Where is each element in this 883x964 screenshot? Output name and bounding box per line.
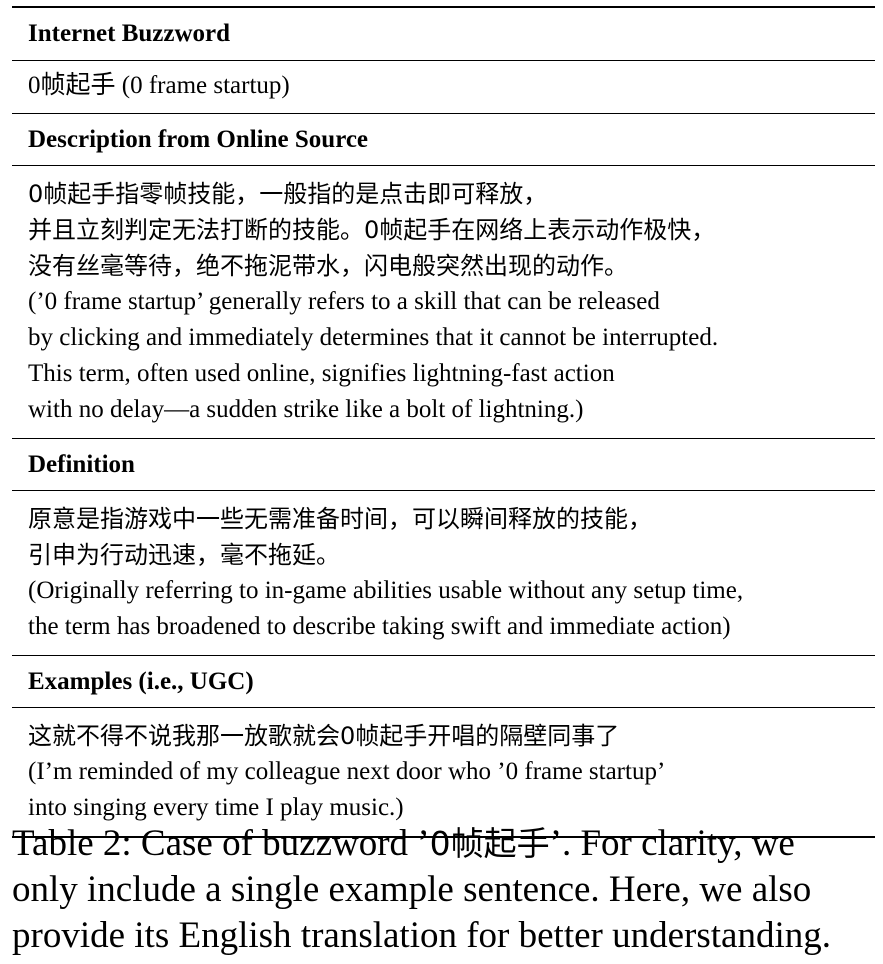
table-header-definition: Definition xyxy=(12,438,875,490)
description-zh-line: 没有丝毫等待，绝不拖泥带水，闪电般突然出现的动作。 xyxy=(28,252,628,280)
description-zh-line: 并且立刻判定无法打断的技能。0帧起手在网络上表示动作极快， xyxy=(28,216,716,244)
description-zh-line: 0帧起手指零帧技能，一般指的是点击即可释放， xyxy=(28,180,548,208)
buzzword-text: 0帧起手 (0 frame startup) xyxy=(28,72,290,99)
page: Internet Buzzword 0帧起手 (0 frame startup)… xyxy=(0,0,883,964)
caption-term: 0帧起手 xyxy=(429,824,550,863)
table-cell-description: 0帧起手指零帧技能，一般指的是点击即可释放， 并且立刻判定无法打断的技能。0帧起… xyxy=(12,165,875,438)
table-header-examples: Examples (i.e., UGC) xyxy=(12,655,875,707)
description-en-line: with no delay—a sudden strike like a bol… xyxy=(28,396,584,423)
description-en-line: (’0 frame startup’ generally refers to a… xyxy=(28,288,660,315)
table-caption: Table 2: Case of buzzword ’0帧起手’. For cl… xyxy=(12,821,877,959)
description-en-line: This term, often used online, signifies … xyxy=(28,360,615,387)
caption-line-2: only include a single example sentence. … xyxy=(12,869,812,910)
header-label: Examples (i.e., UGC) xyxy=(28,667,254,695)
table-cell-definition: 原意是指游戏中一些无需准备时间，可以瞬间释放的技能， 引申为行动迅速，毫不拖延。… xyxy=(12,490,875,655)
definition-zh-line: 原意是指游戏中一些无需准备时间，可以瞬间释放的技能， xyxy=(28,505,652,533)
table-cell-buzzword: 0帧起手 (0 frame startup) xyxy=(12,60,875,113)
example-en-line: (I’m reminded of my colleague next door … xyxy=(28,758,666,785)
header-label: Internet Buzzword xyxy=(28,20,231,47)
definition-en-line: (Originally referring to in-game abiliti… xyxy=(28,577,744,604)
caption-part: Table 2: Case of buzzword ’ xyxy=(12,823,430,864)
description-en-line: by clicking and immediately determines t… xyxy=(28,324,719,351)
header-label: Definition xyxy=(28,450,135,478)
table-header-description: Description from Online Source xyxy=(12,113,875,165)
definition-en-line: the term has broadened to describe takin… xyxy=(28,613,731,640)
header-label: Description from Online Source xyxy=(28,125,369,153)
caption-part: ’. For clarity, we xyxy=(549,823,795,864)
definition-zh-line: 引申为行动迅速，毫不拖延。 xyxy=(28,541,340,569)
table-cell-examples: 这就不得不说我那一放歌就会0帧起手开唱的隔壁同事了 (I’m reminded … xyxy=(12,707,875,836)
table-header-buzzword: Internet Buzzword xyxy=(12,8,875,60)
buzzword-case-table: Internet Buzzword 0帧起手 (0 frame startup)… xyxy=(12,6,875,838)
caption-line-3: provide its English translation for bett… xyxy=(12,915,831,956)
caption-line-1: Table 2: Case of buzzword ’0帧起手’. For cl… xyxy=(12,821,877,867)
example-zh-line: 这就不得不说我那一放歌就会0帧起手开唱的隔壁同事了 xyxy=(28,722,620,750)
